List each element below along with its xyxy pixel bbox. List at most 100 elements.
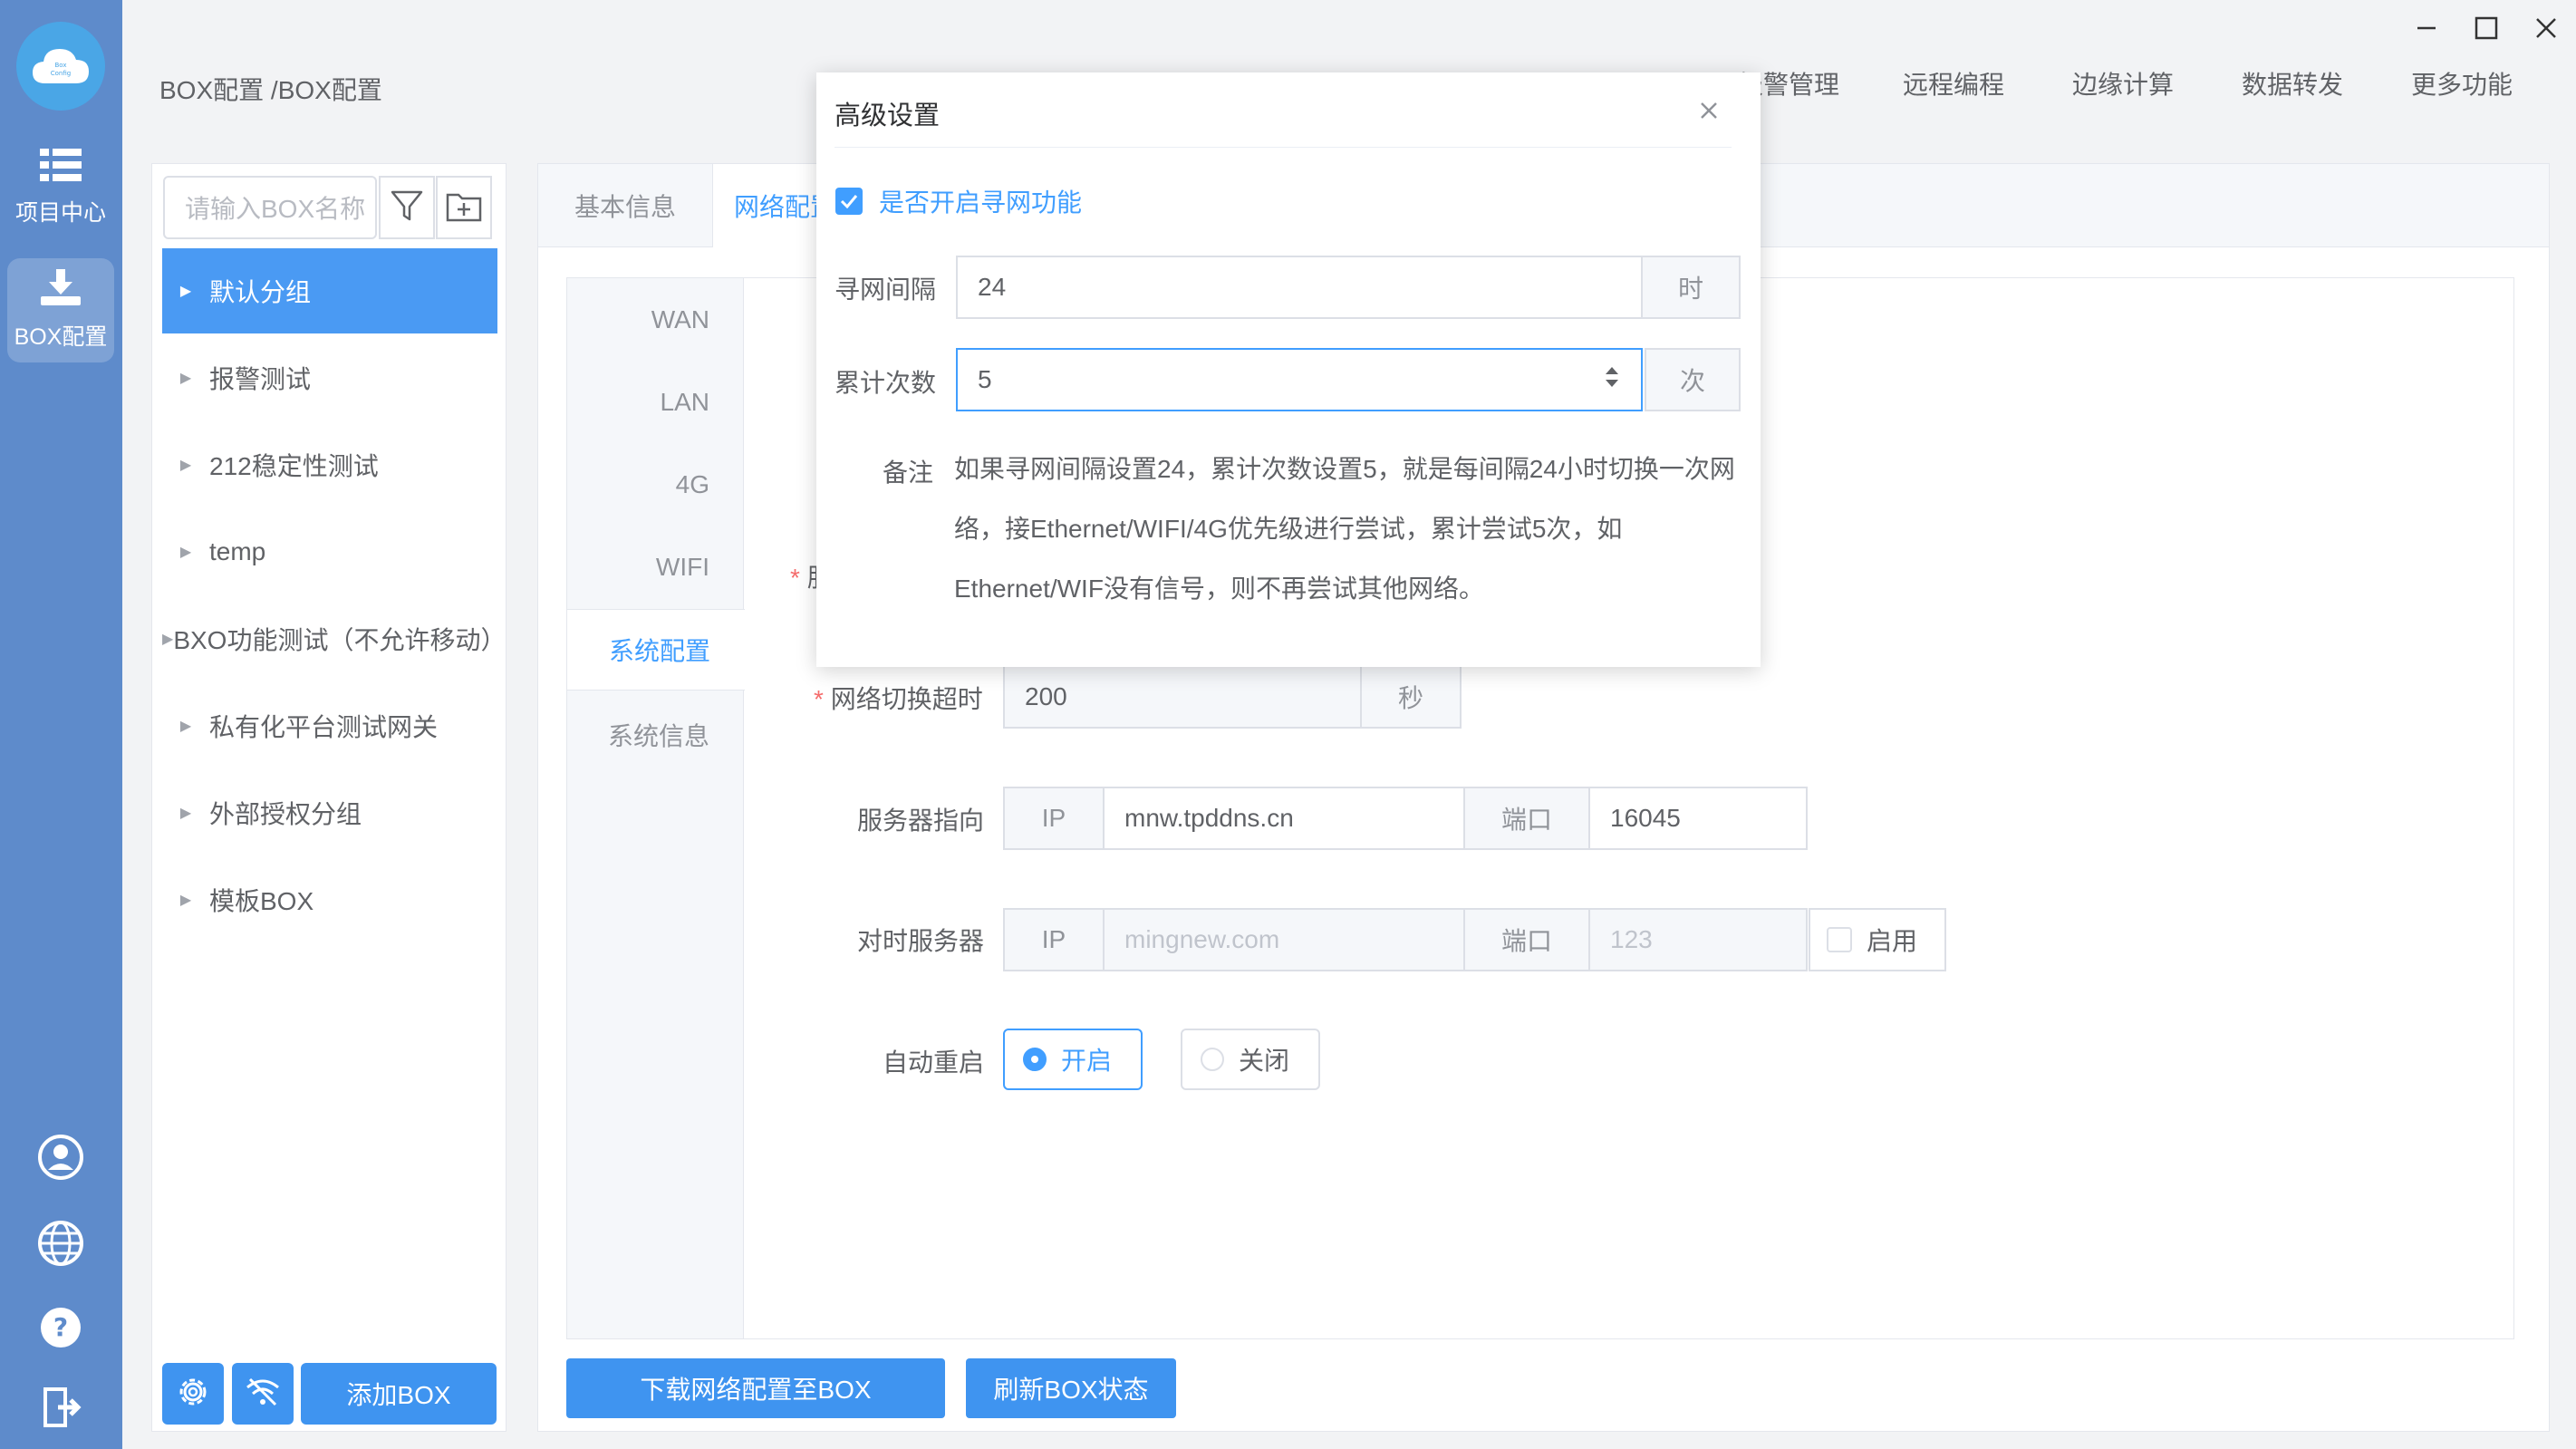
ip-addon: IP <box>1003 908 1105 971</box>
caret-right-icon: ▶ <box>179 458 192 473</box>
filter-icon <box>390 188 424 227</box>
close-window-icon[interactable] <box>2516 0 2576 56</box>
download-config-button[interactable]: 下载网络配置至BOX <box>566 1358 945 1418</box>
add-box-button[interactable]: 添加BOX <box>301 1363 497 1425</box>
group-item-default[interactable]: ▶ 默认分组 <box>162 248 497 333</box>
group-label: temp <box>209 537 266 565</box>
group-item[interactable]: ▶ 报警测试 <box>162 335 497 420</box>
time-server-ip-input[interactable]: mingnew.com <box>1103 908 1465 971</box>
port-addon: 端口 <box>1463 908 1590 971</box>
dialog-title: 高级设置 <box>835 101 941 130</box>
rail-item-project-center[interactable]: 项目中心 <box>7 136 114 240</box>
stepper-icon[interactable] <box>1603 364 1621 396</box>
caret-right-icon: ▶ <box>179 371 192 386</box>
times-addon: 次 <box>1645 348 1741 411</box>
nav-edge-computing[interactable]: 边缘计算 <box>2072 65 2174 101</box>
network-search-checkbox[interactable]: 是否开启寻网功能 <box>835 183 1082 219</box>
vtab-wan[interactable]: WAN <box>567 279 744 361</box>
group-label: 私有化平台测试网关 <box>209 713 439 741</box>
minimize-icon[interactable] <box>2397 0 2456 56</box>
nav-more-features[interactable]: 更多功能 <box>2411 65 2513 101</box>
wifi-off-icon <box>245 1377 281 1412</box>
caret-right-icon: ▶ <box>179 719 192 734</box>
radio-label: 关闭 <box>1239 1047 1290 1075</box>
checkmark-icon <box>835 188 863 215</box>
note-line: Ethernet/WIF没有信号，则不再尝试其他网络。 <box>954 575 1484 603</box>
checkbox-label: 是否开启寻网功能 <box>879 188 1083 217</box>
vtab-lan[interactable]: LAN <box>567 362 744 443</box>
maximize-icon[interactable] <box>2456 0 2516 56</box>
close-icon[interactable] <box>1693 94 1725 127</box>
seconds-addon: 秒 <box>1360 665 1462 729</box>
checkbox-icon <box>1827 927 1852 952</box>
user-icon[interactable] <box>36 1133 85 1182</box>
group-item[interactable]: ▶ temp <box>162 509 497 594</box>
port-addon: 端口 <box>1463 787 1590 850</box>
group-label: 默认分组 <box>209 278 312 306</box>
rail-item-box-config[interactable]: BOX配置 <box>7 258 114 362</box>
nav-data-forwarding[interactable]: 数据转发 <box>2242 65 2343 101</box>
vtab-4g[interactable]: 4G <box>567 444 744 526</box>
filter-button[interactable] <box>379 176 435 239</box>
auto-restart-off-radio[interactable]: 关闭 <box>1181 1029 1320 1090</box>
enable-label: 启用 <box>1867 927 1918 955</box>
caret-right-icon: ▶ <box>162 632 174 647</box>
switch-timeout-input[interactable]: 200 <box>1003 665 1362 729</box>
add-folder-button[interactable] <box>436 176 492 239</box>
auto-restart-on-radio[interactable]: 开启 <box>1003 1029 1143 1090</box>
svg-text:?: ? <box>53 1312 68 1342</box>
server-label: 服务器指向 <box>857 807 985 835</box>
rail-item-label: BOX配置 <box>14 324 108 350</box>
interval-label: 寻网间隔 <box>835 275 937 304</box>
app-logo: Box Config <box>16 22 105 111</box>
logout-icon[interactable] <box>36 1383 85 1432</box>
count-value: 5 <box>978 365 992 393</box>
enable-checkbox[interactable]: 启用 <box>1809 908 1946 971</box>
refresh-status-button[interactable]: 刷新BOX状态 <box>966 1358 1176 1418</box>
time-server-port-input[interactable]: 123 <box>1588 908 1808 971</box>
tab-basic-info[interactable]: 基本信息 <box>538 164 712 247</box>
group-label: 212稳定性测试 <box>209 452 379 480</box>
help-icon[interactable]: ? <box>36 1303 85 1352</box>
caret-right-icon: ▶ <box>179 284 192 299</box>
svg-text:Box: Box <box>54 62 66 69</box>
rail-item-label: 项目中心 <box>14 200 106 226</box>
group-label: 外部授权分组 <box>209 800 362 828</box>
server-ip-input[interactable]: mnw.tpddns.cn <box>1103 787 1465 850</box>
group-item[interactable]: ▶ 外部授权分组 <box>162 770 497 855</box>
count-label: 累计次数 <box>835 369 937 397</box>
hours-addon: 时 <box>1641 256 1741 319</box>
note-text: 如果寻网间隔设置24，累计次数设置5，就是每间隔24小时切换一次网 络，接Eth… <box>954 440 1742 619</box>
settings-button[interactable] <box>162 1363 224 1425</box>
time-server-label: 对时服务器 <box>857 927 985 955</box>
note-line: 络，接Ethernet/WIFI/4G优先级进行尝试，累计尝试5次，如 <box>954 515 1623 543</box>
folder-add-icon <box>446 189 482 227</box>
group-item[interactable]: ▶ 私有化平台测试网关 <box>162 683 497 768</box>
auto-restart-label: 自动重启 <box>883 1048 985 1077</box>
vtab-system-config[interactable]: 系统配置 <box>567 609 745 691</box>
nav-remote-programming[interactable]: 远程编程 <box>1903 65 2004 101</box>
vtab-wifi[interactable]: WIFI <box>567 526 744 608</box>
note-label: 备注 <box>883 459 934 487</box>
note-line: 如果寻网间隔设置24，累计次数设置5，就是每间隔24小时切换一次网 <box>954 455 1735 483</box>
count-input[interactable]: 5 <box>956 348 1643 411</box>
group-label: 报警测试 <box>209 365 312 393</box>
vtab-system-info[interactable]: 系统信息 <box>567 694 744 776</box>
box-search-input[interactable]: 请输入BOX名称 <box>163 176 377 239</box>
globe-icon[interactable] <box>36 1219 85 1268</box>
wifi-off-button[interactable] <box>232 1363 294 1425</box>
group-label: 模板BOX <box>209 887 314 915</box>
radio-label: 开启 <box>1061 1047 1113 1075</box>
switch-timeout-label: * 网络切换超时 <box>814 685 983 713</box>
gear-icon <box>176 1375 210 1414</box>
dialog-divider <box>835 147 1732 148</box>
breadcrumb: BOX配置 /BOX配置 <box>159 76 382 104</box>
radio-icon <box>1201 1048 1224 1071</box>
group-item[interactable]: ▶ 212稳定性测试 <box>162 422 497 507</box>
server-port-input[interactable]: 16045 <box>1588 787 1808 850</box>
interval-input[interactable]: 24 <box>956 256 1643 319</box>
group-item[interactable]: ▶ 模板BOX <box>162 857 497 942</box>
group-item[interactable]: ▶ BXO功能测试（不允许移动） <box>162 596 497 681</box>
caret-right-icon: ▶ <box>179 545 192 560</box>
ip-addon: IP <box>1003 787 1105 850</box>
